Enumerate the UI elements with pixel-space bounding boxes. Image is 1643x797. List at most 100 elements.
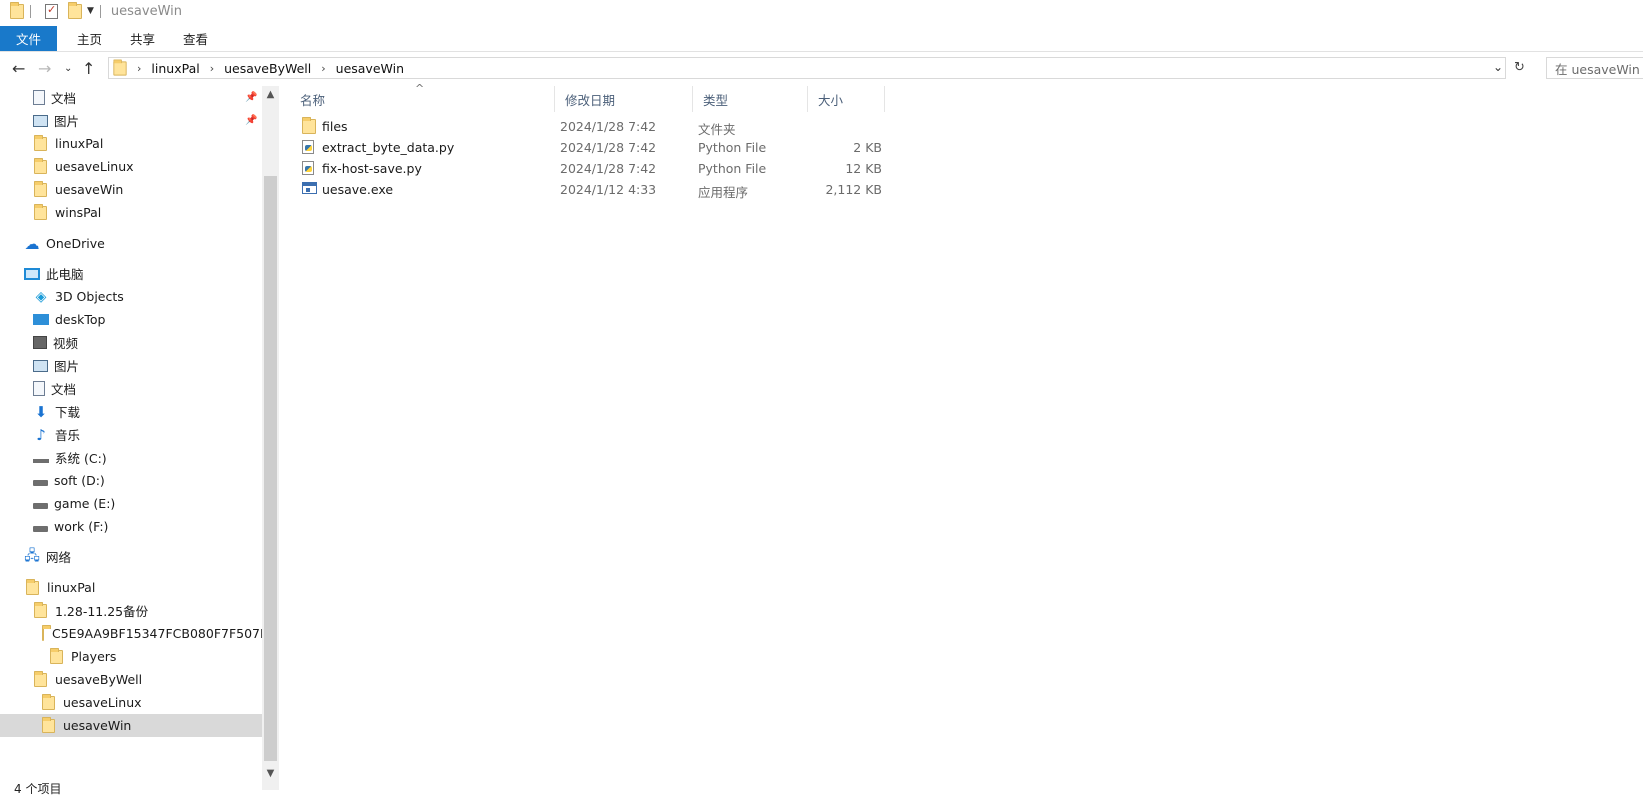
- file-type: Python File: [698, 161, 767, 176]
- nav-item-label: 文档: [51, 382, 77, 397]
- scrollbar-thumb[interactable]: [264, 176, 277, 761]
- nav-item-quick-uesavewin[interactable]: uesaveWin: [0, 178, 262, 201]
- tree-item-linuxpal[interactable]: linuxPal: [0, 576, 262, 599]
- chevron-right-icon[interactable]: ›: [210, 62, 214, 75]
- refresh-icon[interactable]: ↻: [1514, 60, 1525, 75]
- tree-item-label: linuxPal: [47, 580, 96, 595]
- nav-item-music[interactable]: ♪ 音乐: [0, 423, 262, 446]
- tab-home[interactable]: 主页: [63, 26, 116, 51]
- up-arrow-icon[interactable]: ↑: [82, 59, 95, 78]
- folder-icon: [113, 58, 127, 76]
- nav-item-label: winsPal: [55, 205, 102, 220]
- separator: [30, 4, 31, 18]
- tab-share[interactable]: 共享: [116, 26, 169, 51]
- folder-icon[interactable]: [10, 1, 24, 19]
- file-date: 2024/1/28 7:42: [560, 161, 657, 176]
- back-arrow-icon[interactable]: ←: [12, 59, 25, 78]
- column-header-label: 大小: [818, 92, 844, 108]
- computer-icon: [24, 267, 40, 280]
- breadcrumb-uesavewin[interactable]: uesaveWin: [336, 61, 404, 76]
- nav-item-quick-documents[interactable]: 文档 📌: [0, 86, 262, 109]
- nav-item-drive-d[interactable]: soft (D:): [0, 469, 262, 492]
- column-header-label: 修改日期: [565, 92, 616, 108]
- nav-item-downloads[interactable]: ⬇ 下载: [0, 400, 262, 423]
- scroll-down-icon[interactable]: ▼: [262, 765, 279, 782]
- folder-icon: [34, 180, 47, 197]
- properties-icon[interactable]: [45, 3, 58, 19]
- column-header-type[interactable]: 类型: [693, 86, 808, 112]
- tree-item-label: uesaveWin: [63, 718, 132, 733]
- file-row[interactable]: extract_byte_data.py 2024/1/28 7:42 Pyth…: [290, 137, 890, 158]
- nav-item-label: 此电脑: [46, 267, 84, 282]
- nav-item-documents[interactable]: 文档: [0, 377, 262, 400]
- tree-item-c5e9[interactable]: C5E9AA9BF15347FCB080F7F507DF: [0, 622, 262, 645]
- nav-item-quick-pictures[interactable]: 图片 📌: [0, 109, 262, 132]
- file-row[interactable]: fix-host-save.py 2024/1/28 7:42 Python F…: [290, 158, 890, 179]
- column-header-date[interactable]: 修改日期: [555, 86, 693, 112]
- folder-icon: [34, 157, 47, 174]
- nav-item-desktop[interactable]: deskTop: [0, 308, 262, 331]
- nav-item-this-pc[interactable]: 此电脑: [0, 262, 262, 285]
- file-row[interactable]: files 2024/1/28 7:42 文件夹: [290, 116, 890, 137]
- nav-item-label: 图片: [54, 114, 80, 129]
- breadcrumb-uesavebywell[interactable]: uesaveByWell: [224, 61, 311, 76]
- nav-item-drive-e[interactable]: game (E:): [0, 492, 262, 515]
- nav-item-drive-f[interactable]: work (F:): [0, 515, 262, 538]
- navigation-pane: 文档 📌 图片 📌 linuxPal uesaveLinux uesaveWin…: [0, 86, 262, 790]
- file-date: 2024/1/28 7:42: [560, 140, 657, 155]
- file-date: 2024/1/12 4:33: [560, 182, 657, 197]
- file-type: 文件夹: [698, 122, 736, 137]
- search-input[interactable]: 在 uesaveWin 中搜索: [1546, 57, 1643, 79]
- tree-item-label: 1.28-11.25备份: [55, 604, 149, 619]
- folder-icon: [50, 647, 63, 664]
- python-file-icon: [302, 140, 314, 154]
- file-list: 名称 ^ 修改日期 类型 大小 files 2024/1/28 7:42 文件夹…: [290, 82, 1640, 786]
- folder-icon: [34, 134, 47, 151]
- chevron-right-icon[interactable]: ›: [137, 62, 141, 75]
- tree-item-label: C5E9AA9BF15347FCB080F7F507DF: [52, 626, 262, 641]
- nav-item-label: 网络: [46, 550, 72, 565]
- scroll-up-icon[interactable]: ▲: [262, 86, 279, 103]
- nav-item-label: 视频: [53, 336, 79, 351]
- nav-item-network[interactable]: 🖧 网络: [0, 545, 262, 568]
- tab-view[interactable]: 查看: [169, 26, 222, 51]
- column-header-size[interactable]: 大小: [808, 86, 885, 112]
- nav-item-label: uesaveWin: [55, 182, 124, 197]
- cloud-icon: ☁: [24, 234, 40, 253]
- music-icon: ♪: [36, 425, 46, 444]
- file-row[interactable]: uesave.exe 2024/1/12 4:33 应用程序 2,112 KB: [290, 179, 890, 200]
- file-size: 12 KB: [845, 161, 882, 176]
- nav-item-quick-winspal[interactable]: winsPal: [0, 201, 262, 224]
- tree-item-backup[interactable]: 1.28-11.25备份: [0, 599, 262, 622]
- pictures-icon: [33, 359, 48, 372]
- nav-item-onedrive[interactable]: ☁ OneDrive: [0, 232, 262, 255]
- tab-file[interactable]: 文件: [0, 26, 58, 51]
- column-header-name[interactable]: 名称 ^: [290, 82, 555, 112]
- nav-item-videos[interactable]: 视频: [0, 331, 262, 354]
- tree-item-uesavewin[interactable]: uesaveWin: [0, 714, 262, 737]
- navigation-scrollbar[interactable]: ▲ ▼: [262, 86, 279, 790]
- folder-icon: [302, 117, 316, 134]
- nav-item-3d-objects[interactable]: ◈ 3D Objects: [0, 285, 262, 308]
- nav-item-pictures[interactable]: 图片: [0, 354, 262, 377]
- breadcrumb-linuxpal[interactable]: linuxPal: [151, 61, 199, 76]
- new-folder-icon[interactable]: [68, 1, 82, 19]
- nav-item-drive-c[interactable]: 系统 (C:): [0, 446, 262, 469]
- tree-item-players[interactable]: Players: [0, 645, 262, 668]
- chevron-down-icon[interactable]: ⌄: [1493, 60, 1503, 74]
- folder-icon: [34, 601, 47, 618]
- forward-arrow-icon[interactable]: →: [38, 59, 51, 78]
- nav-item-quick-uesavelinux[interactable]: uesaveLinux: [0, 155, 262, 178]
- address-bar[interactable]: › linuxPal › uesaveByWell › uesaveWin ⌄: [108, 57, 1506, 79]
- pin-icon: 📌: [245, 115, 258, 126]
- recent-locations-chevron-icon[interactable]: ⌄: [64, 63, 72, 74]
- tree-item-uesavebywell[interactable]: uesaveByWell: [0, 668, 262, 691]
- window-title: uesaveWin: [110, 3, 183, 19]
- nav-item-label: 系统 (C:): [55, 451, 107, 466]
- exe-icon: [302, 182, 317, 194]
- nav-item-quick-linuxpal[interactable]: linuxPal: [0, 132, 262, 155]
- nav-item-label: 3D Objects: [55, 289, 124, 304]
- chevron-right-icon[interactable]: ›: [321, 62, 325, 75]
- tree-item-uesavelinux[interactable]: uesaveLinux: [0, 691, 262, 714]
- customize-quick-access-icon[interactable]: ▼: [87, 6, 94, 16]
